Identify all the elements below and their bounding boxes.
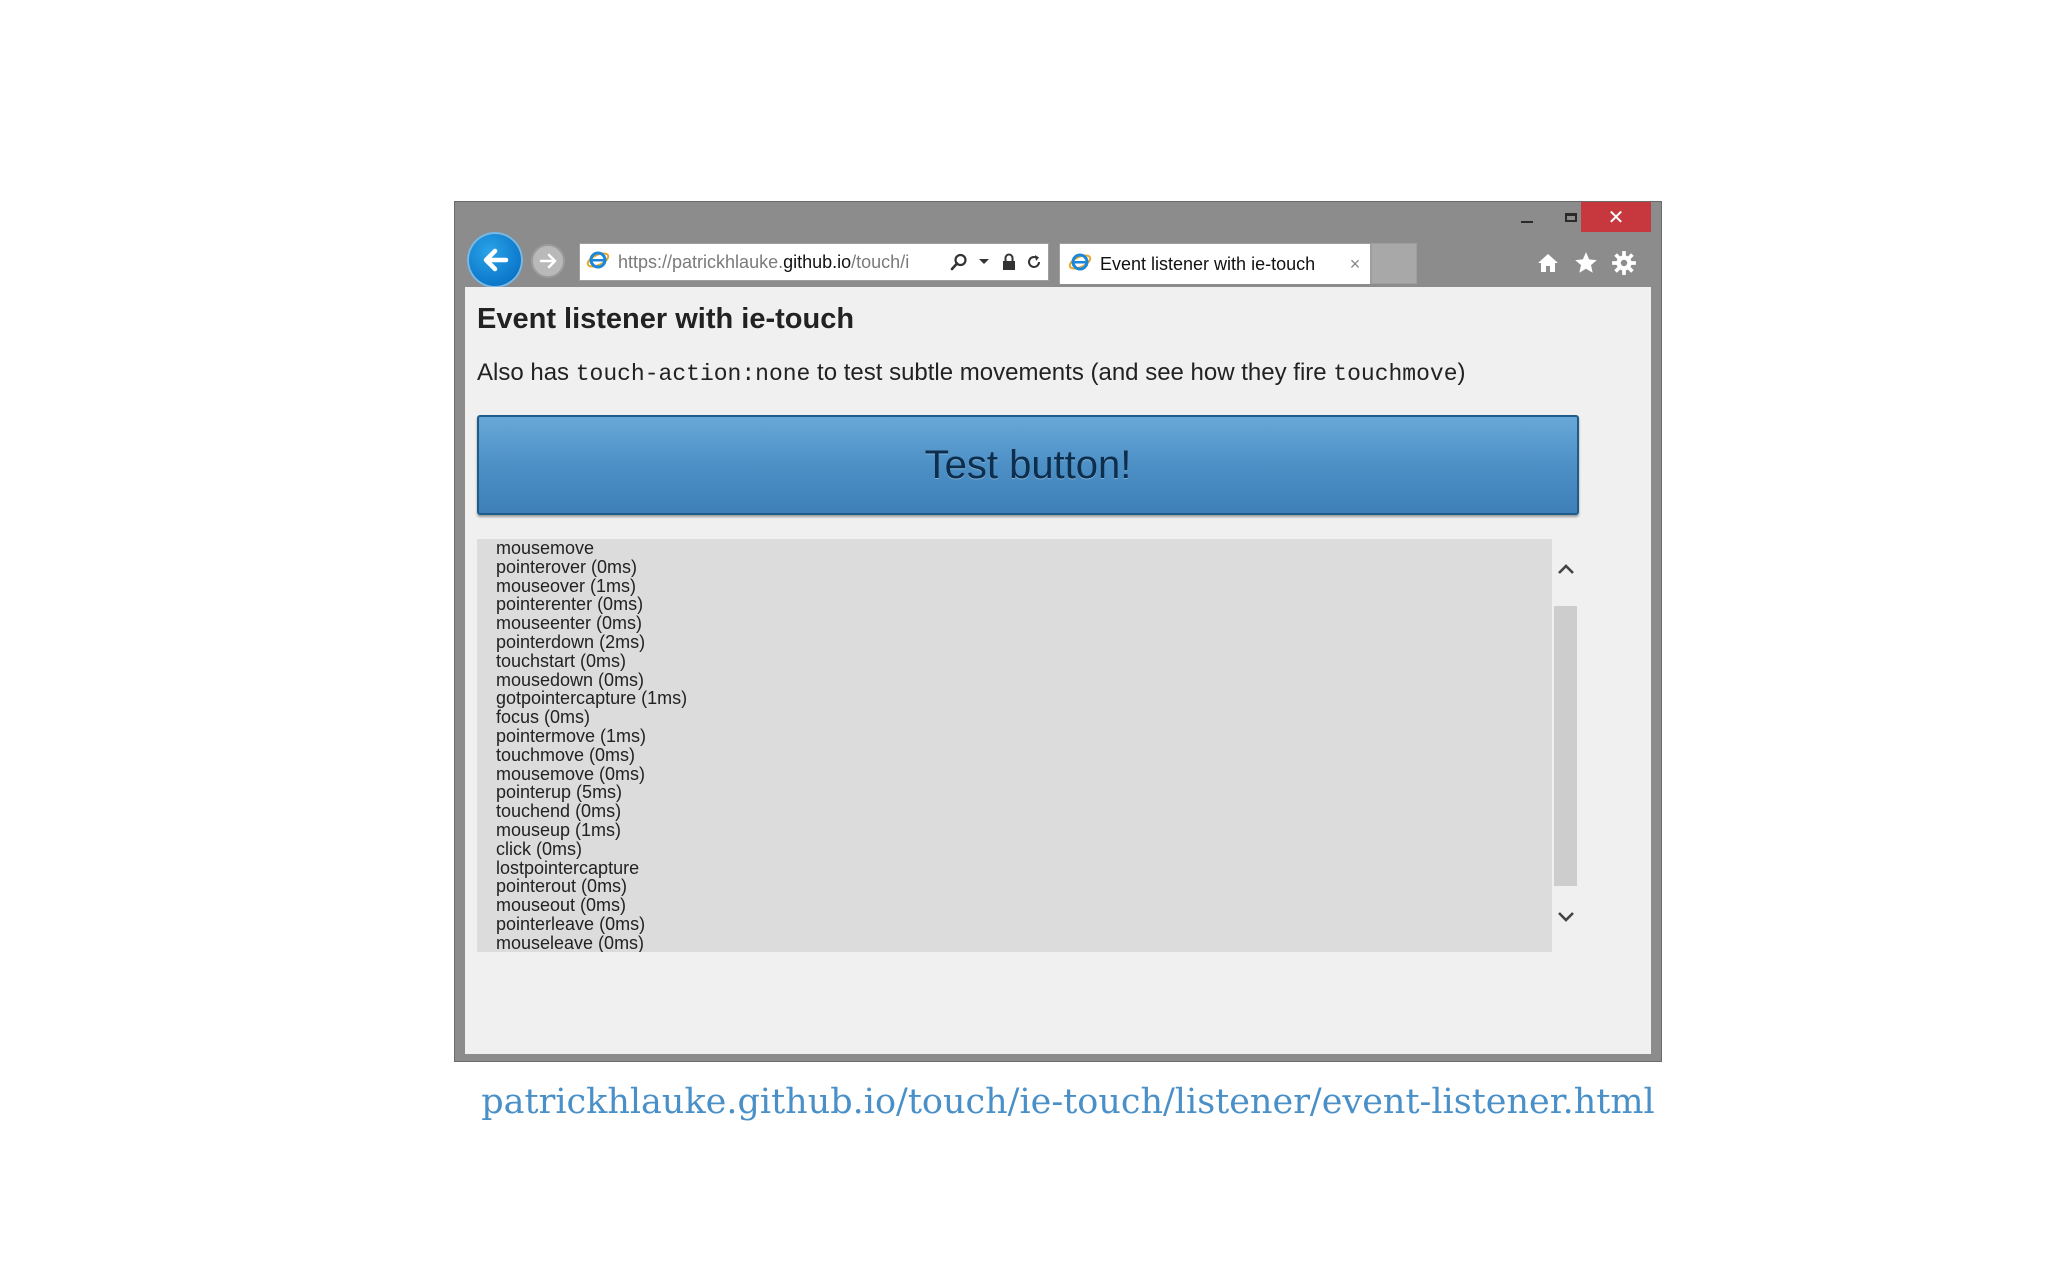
minimize-button[interactable]	[1505, 202, 1549, 232]
close-icon: ✕	[1607, 205, 1625, 229]
log-line: click (0ms)	[496, 838, 582, 859]
scrollbar-thumb[interactable]	[1554, 606, 1577, 886]
close-window-button[interactable]: ✕	[1581, 202, 1651, 232]
log-line: mouseout (0ms)	[496, 895, 627, 916]
star-icon[interactable]	[1571, 248, 1601, 278]
tab-close-icon[interactable]: ×	[1340, 254, 1370, 275]
chevron-down-icon	[1557, 912, 1574, 922]
tab-event-listener[interactable]: Event listener with ie-touch ×	[1059, 243, 1371, 284]
forward-button[interactable]	[531, 244, 565, 278]
minimize-icon	[1521, 221, 1533, 223]
tab-title: Event listener with ie-touch	[1100, 253, 1316, 274]
page-content: Event listener with ie-touch Also has to…	[465, 287, 1651, 1054]
page-description: Also has touch-action:none to test subtl…	[477, 359, 1466, 387]
scroll-down-button[interactable]	[1552, 905, 1579, 929]
url-text: https://patrickhlauke.github.io/touch/i	[618, 251, 910, 272]
log-line: touchend (0ms)	[496, 801, 622, 822]
event-log[interactable]: mousemove pointerover (0ms) mouseover (1ms…	[477, 539, 1552, 952]
log-line: gotpointercapture (1ms)	[496, 688, 688, 709]
arrow-left-icon	[483, 248, 509, 272]
code-touch-action: touch-action:none	[575, 361, 811, 387]
maximize-icon	[1565, 212, 1577, 222]
log-line: touchmove (0ms)	[496, 744, 636, 765]
log-line: mouseleave (0ms)	[496, 932, 645, 952]
log-line: pointerout (0ms)	[496, 876, 628, 897]
log-line: pointerup (5ms)	[496, 782, 623, 803]
log-scrollbar[interactable]	[1552, 539, 1579, 952]
log-line: mousedown (0ms)	[496, 669, 645, 690]
test-button[interactable]: Test button!	[477, 415, 1579, 515]
log-line: pointermove (1ms)	[496, 725, 647, 746]
log-line: mouseup (1ms)	[496, 819, 622, 840]
log-line: pointerenter (0ms)	[496, 594, 644, 615]
ie-logo-icon	[586, 248, 610, 277]
refresh-icon[interactable]	[1023, 251, 1045, 273]
log-line: focus (0ms)	[496, 707, 591, 728]
gear-icon[interactable]	[1609, 248, 1639, 278]
dropdown-arrow-icon[interactable]	[973, 251, 995, 273]
log-line: pointerover (0ms)	[496, 556, 638, 577]
log-line: pointerleave (0ms)	[496, 913, 646, 934]
back-button[interactable]	[467, 232, 523, 288]
log-line: touchstart (0ms)	[496, 650, 627, 671]
address-bar[interactable]: https://patrickhlauke.github.io/touch/i	[579, 243, 1049, 281]
log-line: mousemove	[496, 539, 595, 558]
scroll-up-button[interactable]	[1552, 557, 1579, 581]
new-tab-button[interactable]	[1371, 243, 1417, 284]
arrow-right-icon	[539, 253, 557, 269]
log-line: lostpointercapture	[496, 857, 640, 878]
home-icon[interactable]	[1533, 248, 1563, 278]
caption-link[interactable]: patrickhlauke.github.io/touch/ie-touch/l…	[0, 1082, 2048, 1122]
chevron-up-icon	[1557, 564, 1574, 574]
lock-icon[interactable]	[998, 251, 1020, 273]
log-line: mousemove (0ms)	[496, 763, 646, 784]
search-icon[interactable]	[948, 251, 970, 273]
log-line: mouseenter (0ms)	[496, 613, 643, 634]
log-line: mouseover (1ms)	[496, 575, 637, 596]
log-line: pointerdown (2ms)	[496, 631, 646, 652]
code-touchmove: touchmove	[1333, 361, 1458, 387]
browser-window: ✕ https://patrickhlauke.github.io/touch/…	[454, 201, 1662, 1062]
page-title: Event listener with ie-touch	[477, 303, 855, 335]
ie-logo-icon	[1068, 250, 1092, 279]
